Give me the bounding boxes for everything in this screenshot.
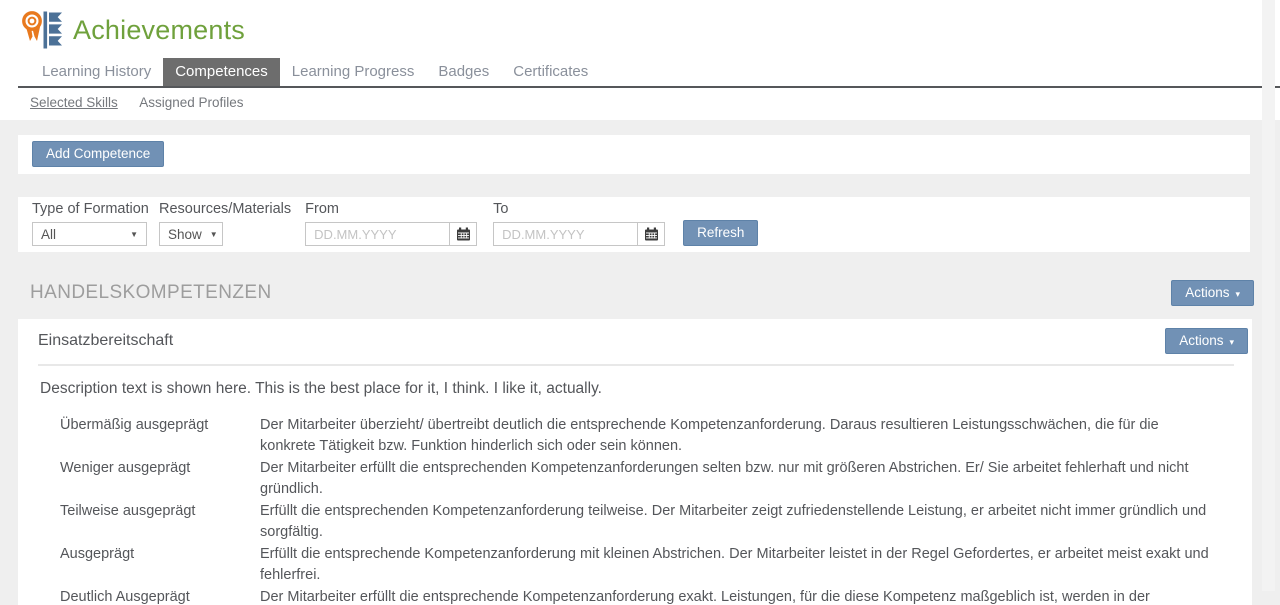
type-of-formation-label: Type of Formation — [32, 201, 147, 218]
competence-actions-label: Actions — [1179, 333, 1223, 348]
list-item: Deutlich Ausgeprägt Der Mitarbeiter erfü… — [60, 587, 1232, 605]
to-label: To — [493, 201, 665, 218]
competence-panel-header: Einsatzbereitschaft Actions ▾ — [18, 328, 1252, 354]
level-term: Übermäßig ausgeprägt — [60, 415, 260, 457]
level-description: Erfüllt die entsprechenden Kompetenzanfo… — [260, 501, 1232, 543]
flag-pole — [44, 12, 48, 49]
level-description: Der Mitarbeiter erfüllt die entsprechend… — [260, 587, 1232, 605]
flag-bottom — [49, 36, 62, 45]
caret-down-icon: ▼ — [130, 230, 138, 239]
top-header-block: Achievements Learning History Competence… — [0, 0, 1280, 120]
filter-from-date: From — [305, 201, 477, 246]
level-term: Weniger ausgeprägt — [60, 458, 260, 500]
subtab-selected-skills[interactable]: Selected Skills — [30, 95, 118, 110]
from-label: From — [305, 201, 477, 218]
filter-type-of-formation: Type of Formation All ▼ — [32, 201, 147, 246]
add-competence-button[interactable]: Add Competence — [32, 141, 164, 167]
competence-title: Einsatzbereitschaft — [38, 332, 173, 350]
group-actions-label: Actions — [1185, 285, 1229, 300]
group-actions-button[interactable]: Actions ▾ — [1171, 280, 1254, 306]
refresh-button[interactable]: Refresh — [683, 220, 758, 246]
type-of-formation-select[interactable]: All ▼ — [32, 222, 147, 246]
level-description: Der Mitarbeiter erfüllt die entsprechend… — [260, 458, 1232, 500]
tab-badges[interactable]: Badges — [426, 58, 501, 86]
from-date-input[interactable] — [306, 223, 449, 245]
filter-bar: Type of Formation All ▼ Resources/Materi… — [18, 197, 1250, 252]
from-calendar-button[interactable] — [449, 223, 476, 245]
filter-resources-materials: Resources/Materials Show ▼ — [159, 201, 291, 246]
resources-materials-value: Show — [168, 227, 202, 242]
competence-panel: Einsatzbereitschaft Actions ▾ Description… — [18, 319, 1252, 605]
competence-actions-button[interactable]: Actions ▾ — [1165, 328, 1248, 354]
list-item: Teilweise ausgeprägt Erfüllt die entspre… — [60, 501, 1232, 543]
tab-bar: Learning History Competences Learning Pr… — [18, 58, 1280, 88]
level-description: Erfüllt die entsprechende Kompetenzanfor… — [260, 544, 1232, 586]
page-title: Achievements — [73, 15, 245, 46]
competence-levels-list: Übermäßig ausgeprägt Der Mitarbeiter übe… — [60, 415, 1232, 605]
type-of-formation-value: All — [41, 227, 56, 242]
list-item: Ausgeprägt Erfüllt die entsprechende Kom… — [60, 544, 1232, 586]
tab-competences[interactable]: Competences — [163, 58, 280, 86]
to-date-field — [493, 222, 665, 246]
scrollbar[interactable] — [1262, 0, 1275, 591]
rosette-ring — [24, 13, 40, 29]
caret-down-icon: ▼ — [210, 230, 218, 239]
to-calendar-button[interactable] — [637, 223, 664, 245]
caret-down-icon: ▾ — [1235, 289, 1240, 299]
level-description: Der Mitarbeiter überzieht/ übertreibt de… — [260, 415, 1232, 457]
calendar-icon — [456, 227, 471, 241]
caret-down-icon: ▾ — [1229, 337, 1234, 347]
add-competence-toolbar: Add Competence — [18, 135, 1250, 174]
competence-description: Description text is shown here. This is … — [40, 379, 1232, 399]
to-date-input[interactable] — [494, 223, 637, 245]
list-item: Weniger ausgeprägt Der Mitarbeiter erfül… — [60, 458, 1232, 500]
subtab-assigned-profiles[interactable]: Assigned Profiles — [139, 95, 243, 110]
calendar-icon — [644, 227, 659, 241]
resources-materials-label: Resources/Materials — [159, 201, 291, 218]
achievements-logo-icon — [18, 10, 62, 50]
tab-certificates[interactable]: Certificates — [501, 58, 600, 86]
sub-navigation: Selected Skills Assigned Profiles — [0, 88, 1280, 120]
resources-materials-select[interactable]: Show ▼ — [159, 222, 223, 246]
tab-learning-progress[interactable]: Learning Progress — [280, 58, 427, 86]
competence-group-title: HANDELSKOMPETENZEN — [30, 282, 272, 304]
app-header: Achievements — [0, 0, 1280, 58]
flag-top — [49, 13, 62, 22]
filter-to-date: To — [493, 201, 665, 246]
competence-group-header: HANDELSKOMPETENZEN Actions ▾ — [30, 280, 1254, 306]
flag-middle — [49, 24, 62, 33]
level-term: Ausgeprägt — [60, 544, 260, 586]
level-term: Teilweise ausgeprägt — [60, 501, 260, 543]
level-term: Deutlich Ausgeprägt — [60, 587, 260, 605]
achievements-page: { "app": { "title": "Achievements" }, "c… — [0, 0, 1280, 591]
divider — [38, 364, 1234, 366]
from-date-field — [305, 222, 477, 246]
tab-learning-history[interactable]: Learning History — [30, 58, 163, 86]
list-item: Übermäßig ausgeprägt Der Mitarbeiter übe… — [60, 415, 1232, 457]
